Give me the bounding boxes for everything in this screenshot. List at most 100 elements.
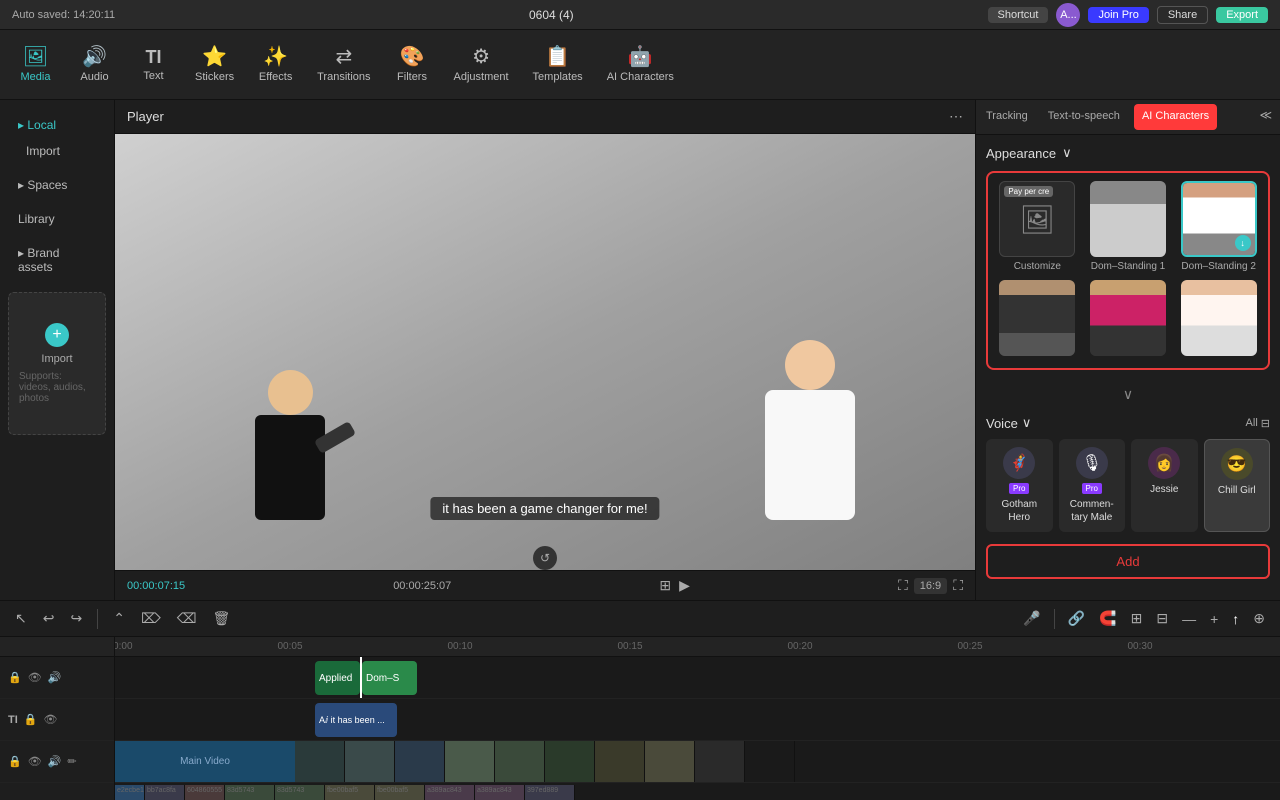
voice-avatar-chill: 😎 bbox=[1221, 448, 1253, 480]
tab-ai-characters[interactable]: AI Characters bbox=[1134, 104, 1217, 130]
import-drop-zone[interactable]: + Import Supports: videos, audios, photo… bbox=[8, 292, 106, 435]
fullscreen-button[interactable]: ⛶ bbox=[953, 577, 963, 594]
tab-tracking[interactable]: Tracking bbox=[976, 100, 1038, 134]
crop-button[interactable]: ⛶ bbox=[898, 577, 908, 594]
rotate-icon[interactable]: ↺ bbox=[533, 546, 557, 570]
lock-icon-0[interactable]: 🔒 bbox=[8, 671, 22, 684]
lock-icon-1[interactable]: 🔒 bbox=[24, 713, 38, 726]
tool-text[interactable]: TI Text bbox=[126, 42, 181, 88]
trim-left-button[interactable]: ⌦ bbox=[136, 607, 166, 630]
char-card-dom-1[interactable]: Dom–Standing 1 bbox=[1087, 181, 1170, 272]
voice-card-chill-girl[interactable]: 😎 Chill Girl bbox=[1204, 439, 1271, 532]
redo-button[interactable]: ↪ bbox=[65, 607, 87, 630]
tool-ai-characters[interactable]: 🤖 AI Characters bbox=[597, 41, 684, 89]
sidebar-item-spaces[interactable]: ▸ Spaces bbox=[8, 172, 106, 198]
timeline-tracks: Applied Dom–S Aⅈ it has been ... Main Vi… bbox=[115, 657, 1280, 783]
main-layout: ▸ Local Import ▸ Spaces Library ▸ Brand … bbox=[0, 100, 1280, 600]
voice-avatar-commentary: 🎙 bbox=[1076, 447, 1108, 479]
voice-filter-button[interactable]: All ⊟ bbox=[1246, 417, 1270, 430]
show-more-characters[interactable]: ∨ bbox=[986, 382, 1270, 407]
right-panel-content: Appearance ∨ 🖼 Pay per cre Customize bbox=[976, 135, 1280, 600]
undo-button[interactable]: ↩ bbox=[38, 607, 60, 630]
grid-view-button[interactable]: ⊞ bbox=[659, 577, 671, 594]
time-total: 00:00:25:07 bbox=[393, 580, 451, 592]
appearance-section-title[interactable]: Appearance ∨ bbox=[986, 145, 1270, 161]
add-button[interactable]: Add bbox=[986, 544, 1270, 579]
player-area: it has been a game changer for me! ↺ bbox=[115, 134, 975, 570]
audio-icon-film[interactable]: 🔊 bbox=[48, 755, 62, 768]
link-button[interactable]: 🔗 bbox=[1063, 607, 1090, 630]
clip-applied[interactable]: Applied bbox=[315, 661, 360, 695]
ruler-mark-1: 00:05 bbox=[277, 641, 302, 652]
text-track-icon: TI bbox=[8, 714, 18, 726]
ai-characters-icon: 🤖 bbox=[628, 47, 653, 67]
ruler-mark-2: 00:10 bbox=[447, 641, 472, 652]
pencil-icon-film[interactable]: ✏ bbox=[67, 755, 76, 768]
char-card-5[interactable] bbox=[1087, 280, 1170, 360]
tool-transitions[interactable]: ⇄ Transitions bbox=[307, 41, 380, 89]
cursor-tool[interactable]: ↖ bbox=[10, 607, 32, 630]
eye-icon-0[interactable]: 👁 bbox=[28, 671, 42, 684]
play-button[interactable]: ▶ bbox=[679, 577, 690, 594]
media-icon: 🖼 bbox=[23, 47, 48, 67]
color-seg-6: fbe00baf5 bbox=[325, 785, 375, 800]
zoom-out-button[interactable]: — bbox=[1177, 608, 1201, 630]
player-title: Player bbox=[127, 109, 164, 124]
mic-button[interactable]: 🎤 bbox=[1018, 607, 1045, 630]
eye-icon-1[interactable]: 👁 bbox=[43, 713, 57, 726]
tool-audio[interactable]: 🔊 Audio bbox=[67, 41, 122, 89]
share-button[interactable]: Share bbox=[1157, 6, 1208, 24]
voice-card-commentary-male[interactable]: 🎙 Pro Commen-tary Male bbox=[1059, 439, 1126, 532]
collapse-right-button[interactable]: ≪ bbox=[1251, 100, 1280, 134]
delete-button[interactable]: 🗑 bbox=[208, 607, 236, 630]
zoom-in-button[interactable]: + bbox=[1205, 608, 1223, 630]
timeline-toolbar: ↖ ↩ ↪ ⌃ ⌦ ⌫ 🗑 🎤 🔗 🧲 ⊞ ⊟ — + ↑ ⊕ bbox=[0, 601, 1280, 637]
top-bar-actions: Shortcut A... Join Pro Share Export bbox=[988, 3, 1268, 27]
adjustment-icon: ⚙ bbox=[472, 47, 490, 67]
sidebar-item-local[interactable]: ▸ Local bbox=[8, 112, 106, 138]
join-pro-button[interactable]: Join Pro bbox=[1088, 7, 1148, 23]
voice-section-title[interactable]: Voice ∨ bbox=[986, 415, 1031, 431]
color-seg-2: bb7ac8fa bbox=[145, 785, 185, 800]
char-card-6[interactable] bbox=[1177, 280, 1260, 360]
lock-icon-film[interactable]: 🔒 bbox=[8, 755, 22, 768]
aspect-ratio-badge[interactable]: 16:9 bbox=[914, 578, 947, 594]
eye-icon-film[interactable]: 👁 bbox=[28, 755, 42, 768]
tab-text-to-speech[interactable]: Text-to-speech bbox=[1038, 100, 1130, 134]
tool-adjustment[interactable]: ⚙ Adjustment bbox=[444, 41, 519, 89]
clip-main-video[interactable]: Main Video bbox=[115, 741, 295, 782]
export-button[interactable]: Export bbox=[1216, 7, 1268, 23]
add-track-button[interactable]: ⊕ bbox=[1248, 607, 1270, 630]
sidebar-item-brand-assets[interactable]: ▸ Brand assets bbox=[8, 240, 106, 280]
import-hint: Supports: videos, audios, photos bbox=[19, 371, 95, 404]
char-card-dom-2[interactable]: ↓ Dom–Standing 2 bbox=[1177, 181, 1260, 272]
tool-media[interactable]: 🖼 Media bbox=[8, 41, 63, 89]
chevron-down-icon: ∨ bbox=[1062, 145, 1072, 161]
char-card-customize[interactable]: 🖼 Pay per cre Customize bbox=[996, 181, 1079, 272]
player-menu-icon[interactable]: ⋯ bbox=[949, 108, 963, 125]
char-card-4[interactable] bbox=[996, 280, 1079, 360]
voice-card-gotham-hero[interactable]: 🦸 Pro Gotham Hero bbox=[986, 439, 1053, 532]
char-figure-6 bbox=[1181, 280, 1257, 356]
tool-effects[interactable]: ✨ Effects bbox=[248, 41, 303, 89]
align-left-button[interactable]: ⊟ bbox=[1151, 607, 1173, 630]
trim-right-button[interactable]: ⌫ bbox=[172, 607, 202, 630]
tool-stickers[interactable]: ⭐ Stickers bbox=[185, 41, 244, 89]
track-0: Applied Dom–S bbox=[115, 657, 1280, 699]
clip-text[interactable]: Aⅈ it has been ... bbox=[315, 703, 397, 737]
arrow-up-button[interactable]: ↑ bbox=[1227, 608, 1244, 630]
magnet-button[interactable]: 🧲 bbox=[1094, 607, 1121, 630]
sidebar-item-library[interactable]: Library bbox=[8, 206, 106, 232]
clip-dom-standing[interactable]: Dom–S bbox=[362, 661, 417, 695]
transitions-icon: ⇄ bbox=[335, 47, 352, 67]
split-button[interactable]: ⌃ bbox=[108, 607, 130, 630]
pay-per-create-badge: Pay per cre bbox=[1004, 186, 1053, 197]
tool-templates[interactable]: 📋 Templates bbox=[523, 41, 593, 89]
sidebar-item-import[interactable]: Import bbox=[8, 138, 106, 164]
audio-icon-0[interactable]: 🔊 bbox=[48, 671, 62, 684]
tool-filters[interactable]: 🎨 Filters bbox=[385, 41, 440, 89]
shortcut-button[interactable]: Shortcut bbox=[988, 7, 1049, 23]
align-center-button[interactable]: ⊞ bbox=[1126, 607, 1148, 630]
voice-card-jessie[interactable]: 👩 Jessie bbox=[1131, 439, 1198, 532]
avatar[interactable]: A... bbox=[1056, 3, 1080, 27]
